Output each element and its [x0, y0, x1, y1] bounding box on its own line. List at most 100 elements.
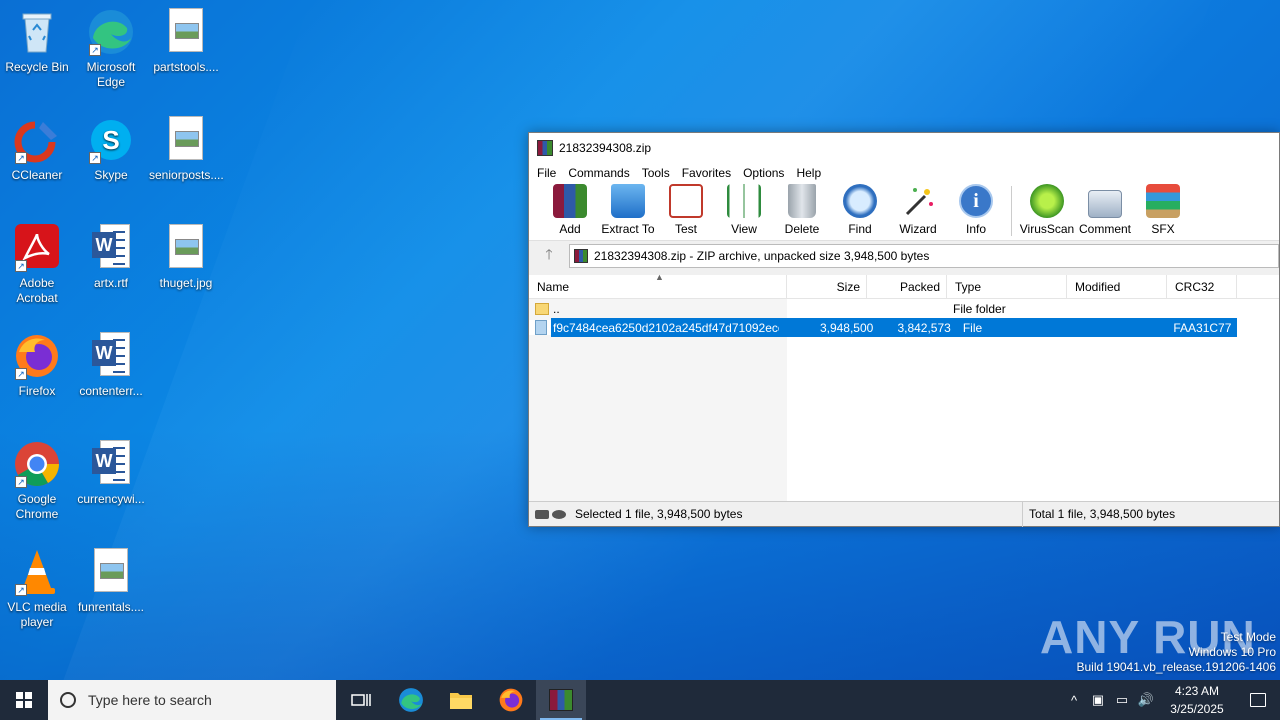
taskbar: Type here to search ^ ▣ ▭ 🔊 4:23 AM 3/25…	[0, 680, 1280, 720]
file-crc32: FAA31C77	[1173, 320, 1232, 335]
extract-to-button[interactable]: Extract To	[599, 184, 657, 240]
image-file-icon	[162, 116, 210, 164]
menu-bar: File Commands Tools Favorites Options He…	[529, 163, 1279, 183]
desktop-icon-partstools[interactable]: partstools....	[149, 8, 223, 75]
image-file-icon	[162, 8, 210, 56]
menu-help[interactable]: Help	[792, 166, 829, 180]
column-size[interactable]: Size	[787, 275, 867, 298]
task-view-icon	[351, 694, 371, 706]
table-row-file[interactable]: f9c7484cea6250d2102a245df47d71092ecc5...…	[529, 318, 1237, 337]
toolbar-label: Comment	[1078, 222, 1131, 236]
drive-icons[interactable]	[529, 509, 571, 519]
column-modified[interactable]: Modified	[1067, 275, 1167, 298]
desktop-icon-artx-rtf[interactable]: W artx.rtf	[74, 224, 148, 291]
desktop-icon-label: CCleaner	[11, 168, 63, 182]
toolbar-label: Wizard	[899, 222, 937, 236]
column-type[interactable]: Type	[947, 275, 1067, 298]
chrome-icon: ↗	[13, 440, 61, 488]
menu-options[interactable]: Options	[739, 166, 792, 180]
view-button[interactable]: View	[715, 184, 773, 240]
column-packed[interactable]: Packed	[867, 275, 947, 298]
taskbar-edge[interactable]	[386, 680, 436, 720]
file-packed: 3,842,573	[897, 320, 951, 335]
up-arrow-icon[interactable]: 🡑	[529, 244, 569, 268]
network-icon[interactable]: ▭	[1110, 692, 1134, 708]
firefox-icon	[499, 688, 523, 712]
desktop-icon-label: partstools....	[153, 60, 219, 74]
info-icon: i	[959, 184, 993, 218]
desktop-icon-label: Adobe Acrobat	[16, 276, 58, 305]
toolbar-label: VirusScan	[1019, 222, 1075, 236]
taskbar-file-explorer[interactable]	[436, 680, 486, 720]
clock-date: 3/25/2025	[1170, 702, 1224, 716]
test-mode-notice: Test Mode Windows 10 Pro Build 19041.vb_…	[1076, 630, 1277, 674]
test-button[interactable]: Test	[657, 184, 715, 240]
magnifier-icon	[843, 184, 877, 218]
taskbar-firefox[interactable]	[486, 680, 536, 720]
virusscan-button[interactable]: VirusScan	[1018, 184, 1076, 240]
task-view-button[interactable]	[336, 680, 386, 720]
menu-favorites[interactable]: Favorites	[678, 166, 739, 180]
table-row-parent[interactable]: .. File folder	[529, 299, 1279, 318]
desktop-icon-contenterr[interactable]: W contenterr...	[74, 332, 148, 399]
svg-text:S: S	[102, 125, 119, 155]
chevron-up-icon[interactable]: ^	[1062, 693, 1086, 708]
add-button[interactable]: Add	[541, 184, 599, 240]
desktop-icon-label: Microsoft Edge	[86, 60, 136, 89]
file-name: f9c7484cea6250d2102a245df47d71092ecc5...	[553, 320, 779, 335]
desktop-icon-label: contenterr...	[79, 384, 143, 398]
virus-scan-icon	[1030, 184, 1064, 218]
delete-button[interactable]: Delete	[773, 184, 831, 240]
volume-icon[interactable]: 🔊	[1134, 692, 1158, 708]
window-titlebar[interactable]: 21832394308.zip	[529, 133, 1279, 163]
taskbar-winrar[interactable]	[536, 680, 586, 720]
vlc-icon: ↗	[13, 548, 61, 596]
toolbar: Add Extract To Test View Delete Find Wiz…	[529, 183, 1279, 241]
desktop-icon-recycle-bin[interactable]: Recycle Bin	[0, 8, 74, 75]
desktop-icon-microsoft-edge[interactable]: ↗ Microsoft Edge	[74, 8, 148, 90]
start-button[interactable]	[0, 680, 48, 720]
desktop-icon-seniorposts[interactable]: seniorposts....	[149, 116, 224, 183]
winrar-window: 21832394308.zip File Commands Tools Favo…	[528, 132, 1280, 527]
column-crc32[interactable]: CRC32	[1167, 275, 1237, 298]
toolbar-label: Add	[559, 222, 581, 236]
toolbar-label: View	[731, 222, 757, 236]
meet-now-icon[interactable]: ▣	[1086, 692, 1110, 708]
comment-button[interactable]: Comment	[1076, 190, 1134, 240]
desktop-icon-label: VLC media player	[7, 600, 67, 629]
sfx-button[interactable]: SFX	[1134, 184, 1192, 240]
clock[interactable]: 4:23 AM 3/25/2025	[1158, 682, 1236, 718]
desktop-icon-firefox[interactable]: ↗ Firefox	[0, 332, 74, 399]
info-button[interactable]: i Info	[947, 184, 1005, 240]
sfx-box-icon	[1146, 184, 1180, 218]
taskbar-search-box[interactable]: Type here to search	[48, 680, 336, 720]
notification-button[interactable]	[1236, 680, 1280, 720]
desktop-icon-vlc[interactable]: ↗ VLC media player	[0, 548, 74, 630]
desktop-icon-thuget-jpg[interactable]: thuget.jpg	[149, 224, 223, 291]
archive-path-field[interactable]: 21832394308.zip - ZIP archive, unpacked …	[569, 244, 1279, 268]
desktop-icon-ccleaner[interactable]: ↗ CCleaner	[0, 116, 74, 183]
word-document-icon: W	[87, 224, 135, 272]
desktop-icon-funrentals[interactable]: funrentals....	[74, 548, 148, 615]
add-archive-icon	[553, 184, 587, 218]
acrobat-icon: ↗	[13, 224, 61, 272]
desktop-icon-adobe-acrobat[interactable]: ↗ Adobe Acrobat	[0, 224, 74, 306]
address-bar: 🡑 21832394308.zip - ZIP archive, unpacke…	[529, 241, 1279, 271]
file-type: File	[962, 320, 983, 335]
wizard-button[interactable]: Wizard	[889, 184, 947, 240]
folder-icon	[535, 303, 549, 316]
desktop-icon-google-chrome[interactable]: ↗ Google Chrome	[0, 440, 74, 522]
menu-file[interactable]: File	[533, 166, 564, 180]
desktop-icon-label: thuget.jpg	[159, 276, 213, 290]
desktop-icon-currencywi[interactable]: W currencywi...	[74, 440, 148, 507]
desktop-icon-label: funrentals....	[77, 600, 145, 614]
menu-tools[interactable]: Tools	[638, 166, 678, 180]
system-tray: ^ ▣ ▭ 🔊 4:23 AM 3/25/2025	[1062, 680, 1280, 720]
toolbar-label: Test	[674, 222, 697, 236]
desktop-icon-skype[interactable]: S ↗ Skype	[74, 116, 148, 183]
comment-icon	[1088, 190, 1122, 218]
menu-commands[interactable]: Commands	[564, 166, 637, 180]
window-title: 21832394308.zip	[559, 141, 652, 155]
desktop-icon-label: Google Chrome	[15, 492, 59, 521]
find-button[interactable]: Find	[831, 184, 889, 240]
